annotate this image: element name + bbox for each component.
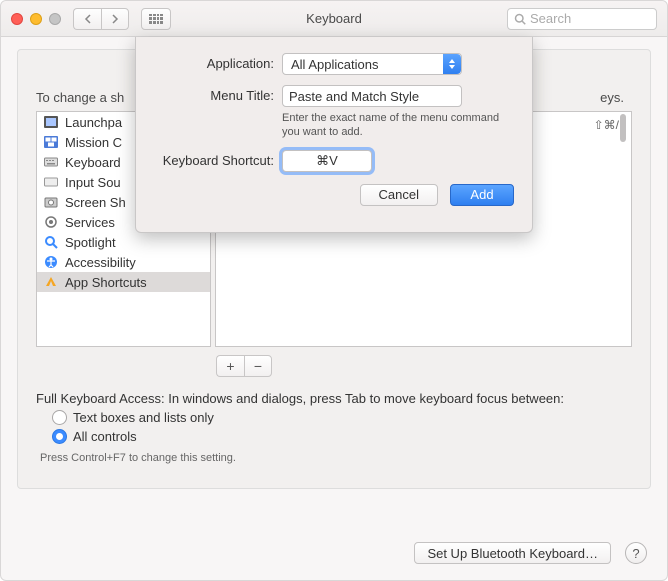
- radio-label-text-boxes: Text boxes and lists only: [73, 410, 214, 425]
- sidebar-item-app-shortcuts[interactable]: App Shortcuts: [37, 272, 210, 292]
- mission-control-icon: [43, 135, 59, 149]
- radio-text-boxes[interactable]: [52, 410, 67, 425]
- menu-title-value: Paste and Match Style: [289, 89, 419, 104]
- chevron-updown-icon: [443, 54, 461, 74]
- search-field[interactable]: Search: [507, 8, 657, 30]
- sidebar-item-label: App Shortcuts: [65, 275, 147, 290]
- close-window-button[interactable]: [11, 13, 23, 25]
- keyboard-icon: [43, 155, 59, 169]
- add-shortcut-button[interactable]: +: [216, 355, 244, 377]
- description-suffix: eys.: [600, 90, 624, 105]
- sidebar-item-label: Screen Sh: [65, 195, 126, 210]
- services-icon: [43, 215, 59, 229]
- help-button[interactable]: ?: [625, 542, 647, 564]
- cancel-button[interactable]: Cancel: [360, 184, 438, 206]
- screenshots-icon: [43, 195, 59, 209]
- shortcut-value: ⌘V: [316, 153, 338, 169]
- sidebar-item-accessibility[interactable]: Accessibility: [37, 252, 210, 272]
- shortcut-label: Keyboard Shortcut:: [154, 150, 282, 168]
- application-label: Application:: [154, 53, 282, 71]
- sidebar-item-label: Mission C: [65, 135, 122, 150]
- shortcut-value-hint: ⇧⌘/: [594, 118, 619, 132]
- sidebar-item-label: Input Sou: [65, 175, 121, 190]
- add-shortcut-sheet: Application: All Applications Menu Title…: [135, 37, 533, 233]
- zoom-window-button[interactable]: [49, 13, 61, 25]
- sidebar-item-label: Services: [65, 215, 115, 230]
- forward-button[interactable]: [101, 8, 129, 30]
- sidebar-item-label: Keyboard: [65, 155, 121, 170]
- accessibility-icon: [43, 255, 59, 269]
- description-prefix: To change a sh: [36, 90, 124, 105]
- sidebar-item-spotlight[interactable]: Spotlight: [37, 232, 210, 252]
- menu-title-help: Enter the exact name of the menu command…: [282, 111, 512, 140]
- scrollbar[interactable]: [617, 114, 629, 344]
- sidebar-item-label: Spotlight: [65, 235, 116, 250]
- sidebar-item-label: Accessibility: [65, 255, 136, 270]
- window-controls: [11, 13, 61, 25]
- search-placeholder: Search: [530, 11, 571, 26]
- help-icon: ?: [632, 546, 639, 561]
- application-value: All Applications: [291, 57, 378, 72]
- fka-note: Press Control+F7 to change this setting.: [40, 452, 632, 464]
- nav-buttons: [73, 8, 129, 30]
- minimize-window-button[interactable]: [30, 13, 42, 25]
- titlebar: Keyboard Search: [1, 1, 667, 37]
- remove-shortcut-button[interactable]: −: [244, 355, 272, 377]
- add-remove-buttons: + −: [216, 355, 632, 377]
- grid-icon: [149, 14, 163, 24]
- input-sources-icon: [43, 175, 59, 189]
- launchpad-icon: [43, 115, 59, 129]
- sidebar-item-label: Launchpa: [65, 115, 122, 130]
- radio-label-all-controls: All controls: [73, 429, 137, 444]
- add-button[interactable]: Add: [450, 184, 514, 206]
- application-popup[interactable]: All Applications: [282, 53, 462, 75]
- back-button[interactable]: [73, 8, 101, 30]
- bluetooth-keyboard-button[interactable]: Set Up Bluetooth Keyboard…: [414, 542, 611, 564]
- search-icon: [514, 13, 526, 25]
- fka-label: Full Keyboard Access: In windows and dia…: [36, 391, 632, 406]
- show-all-button[interactable]: [141, 8, 171, 30]
- menu-title-input[interactable]: Paste and Match Style: [282, 85, 462, 107]
- shortcut-input[interactable]: ⌘V: [282, 150, 372, 172]
- plus-icon: +: [226, 358, 234, 374]
- menu-title-label: Menu Title:: [154, 85, 282, 103]
- app-shortcuts-icon: [43, 275, 59, 289]
- minus-icon: −: [254, 358, 262, 374]
- spotlight-icon: [43, 235, 59, 249]
- radio-all-controls[interactable]: [52, 429, 67, 444]
